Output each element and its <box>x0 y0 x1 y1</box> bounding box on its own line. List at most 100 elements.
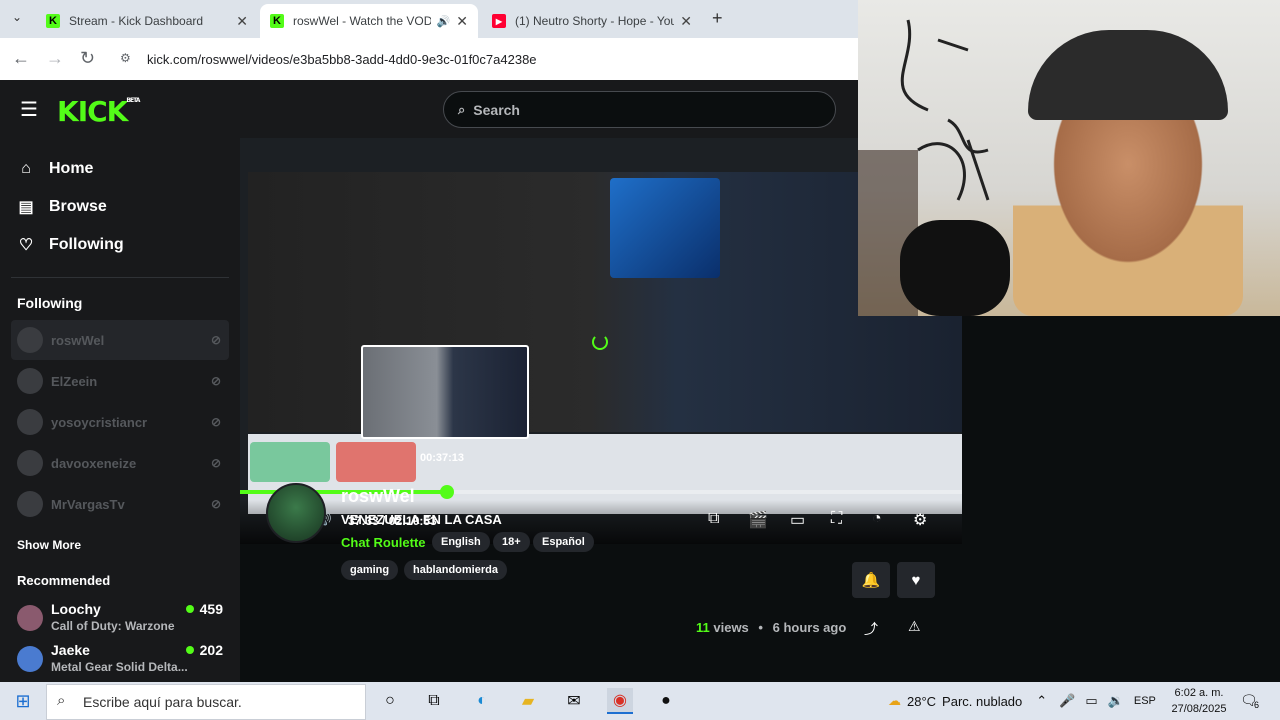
app-icon[interactable]: ● <box>653 688 679 714</box>
reload-icon[interactable]: ↻ <box>80 48 95 69</box>
video-chip <box>336 442 416 482</box>
mail-icon[interactable]: ✉ <box>561 688 587 714</box>
beta-badge: BETA <box>126 97 140 104</box>
followed-channel[interactable]: MrVargasTv ⊘ <box>11 484 229 524</box>
tab-youtube[interactable]: ▶ (1) Neutro Shorty - Hope - You ✕ <box>482 4 702 38</box>
weather-icon: ☁ <box>888 693 901 708</box>
kick-icon: K <box>46 14 60 28</box>
close-tab-icon[interactable]: ✕ <box>456 13 468 30</box>
address-bar[interactable]: ⚙ kick.com/roswwel/videos/e3ba5bb8-3add-… <box>112 44 852 74</box>
search-input[interactable]: ⌕ Search <box>443 91 836 128</box>
tab-roswwel-vod[interactable]: K roswWel - Watch the VOD o 🔊 ✕ <box>260 4 478 38</box>
nav-browse[interactable]: ▤ Browse <box>17 197 107 217</box>
clip-icon[interactable]: 🎬 <box>748 510 768 530</box>
followed-channel[interactable]: ElZeein ⊘ <box>11 361 229 401</box>
video-chip <box>250 442 330 482</box>
tab-kick-dashboard[interactable]: K Stream - Kick Dashboard ✕ <box>36 4 258 38</box>
settings-gear-icon[interactable]: ⚙ <box>913 510 927 530</box>
channel-category: Metal Gear Solid Delta... <box>51 660 188 674</box>
youtube-icon: ▶ <box>492 14 506 28</box>
pip-icon[interactable]: ⧉ <box>708 510 719 528</box>
followed-channel[interactable]: davooxeneize ⊘ <box>11 443 229 483</box>
clock[interactable]: 6:02 a. m. 27/08/2025 <box>1170 685 1228 717</box>
followed-channel[interactable]: yosoycristiancr ⊘ <box>11 402 229 442</box>
new-tab-button[interactable]: + <box>712 8 723 29</box>
windows-start-icon[interactable]: ⊞ <box>10 688 36 714</box>
notification-center-icon[interactable]: 🗨 6 <box>1240 692 1260 710</box>
bell-icon: 🔔 <box>861 572 881 589</box>
recommended-channel[interactable]: Jaeke Metal Gear Solid Delta... 202 <box>17 642 227 680</box>
share-icon[interactable]: ⤴ <box>864 619 878 639</box>
views-label: views <box>713 620 749 635</box>
avatar <box>17 646 43 672</box>
nav-home[interactable]: ⌂ Home <box>17 160 93 178</box>
view-count: 11 <box>696 620 710 635</box>
clock-date: 27/08/2025 <box>1171 703 1227 715</box>
video-player[interactable]: 00:37:13 ❚❚ 🔊 37:33 / 02:10:53 ⧉ 🎬 ▭ ⛶ ◔… <box>240 138 962 544</box>
close-tab-icon[interactable]: ✕ <box>680 13 692 30</box>
nav-following[interactable]: ♡ Following <box>17 235 124 255</box>
task-view-icon[interactable]: ⧉ <box>421 688 447 714</box>
tag[interactable]: English <box>432 532 490 552</box>
close-tab-icon[interactable]: ✕ <box>236 13 248 30</box>
theater-mode-icon[interactable]: ▭ <box>790 510 805 530</box>
tag[interactable]: Español <box>533 532 594 552</box>
vod-age: 6 hours ago <box>772 620 847 635</box>
show-more-link[interactable]: Show More <box>17 538 81 552</box>
windows-taskbar: ⊞ ⌕ Escribe aquí para buscar. ○ ⧉ ◐ ▰ ✉ … <box>0 682 1280 720</box>
file-explorer-icon[interactable]: ▰ <box>515 688 541 714</box>
tag[interactable]: 18+ <box>493 532 530 552</box>
menu-icon[interactable]: ☰ <box>20 97 38 122</box>
category-link[interactable]: Chat Roulette <box>341 535 426 550</box>
nav-label: Home <box>49 160 94 177</box>
cortana-icon[interactable]: ○ <box>377 688 403 714</box>
speaker-icon[interactable]: 🔊 <box>437 15 451 28</box>
follow-heart-button[interactable]: ♥ <box>897 562 935 598</box>
taskbar-search-input[interactable]: ⌕ Escribe aquí para buscar. <box>46 684 366 720</box>
temperature[interactable]: 28°C <box>907 694 936 709</box>
tag[interactable]: gaming <box>341 560 399 580</box>
volume-icon[interactable]: 🔉 <box>1108 693 1124 709</box>
chrome-icon[interactable]: ◉ <box>607 688 633 714</box>
notification-bell-button[interactable]: 🔔 <box>852 562 890 598</box>
language-indicator[interactable]: ESP <box>1134 695 1156 707</box>
kick-icon: K <box>270 14 284 28</box>
nav-label: Browse <box>49 198 107 215</box>
fullscreen-icon[interactable]: ⛶ <box>831 510 842 528</box>
chevron-up-icon[interactable]: ⌃ <box>1036 693 1047 709</box>
edge-icon[interactable]: ◐ <box>469 688 495 714</box>
microphone-icon[interactable]: 🎤 <box>1059 693 1075 709</box>
followed-channel[interactable]: roswWel ⊘ <box>11 320 229 360</box>
back-icon[interactable]: ← <box>12 48 30 69</box>
tag[interactable]: hablandomierda <box>404 560 507 580</box>
offline-icon: ⊘ <box>210 374 221 388</box>
kick-logo[interactable]: KICK BETA <box>57 95 140 128</box>
forward-icon[interactable]: → <box>46 48 64 69</box>
vod-title: VENEZUELA EN LA CASA <box>341 512 502 527</box>
offline-icon: ⊘ <box>210 497 221 511</box>
channel-name: yosoycristiancr <box>51 414 148 430</box>
sidebar: ⌂ Home ▤ Browse ♡ Following Following ro… <box>0 138 240 682</box>
channel-name: ElZeein <box>51 373 98 389</box>
search-icon: ⌕ <box>57 692 66 709</box>
notification-count: 6 <box>1254 700 1260 710</box>
report-warning-icon[interactable]: ⚠ <box>908 618 921 635</box>
network-icon[interactable]: ▭ <box>1085 693 1097 709</box>
offline-icon: ⊘ <box>210 456 221 470</box>
playback-speed-icon[interactable]: ◔ <box>872 510 882 528</box>
recommended-heading: Recommended <box>17 573 111 588</box>
following-heading: Following <box>17 295 83 311</box>
weather-text[interactable]: Parc. nublado <box>942 694 1022 709</box>
tab-title: Stream - Kick Dashboard <box>69 14 204 28</box>
live-dot <box>185 605 194 613</box>
avatar <box>17 409 43 435</box>
kick-page: ☰ KICK BETA ⌕ Search ⌂ Home ▤ Browse ♡ Fo… <box>0 80 962 682</box>
browser-tab-strip: ⌄ K Stream - Kick Dashboard ✕ K roswWel … <box>0 0 860 38</box>
channel-avatar[interactable] <box>266 483 326 543</box>
channel-name[interactable]: roswWel <box>341 486 415 507</box>
channel-name: Jaeke <box>51 642 90 658</box>
video-frame <box>248 172 962 432</box>
recommended-channel[interactable]: Loochy Call of Duty: Warzone 459 <box>17 601 227 639</box>
site-info-icon[interactable]: ⚙ <box>120 51 131 65</box>
tab-list-button[interactable]: ⌄ <box>12 10 22 24</box>
